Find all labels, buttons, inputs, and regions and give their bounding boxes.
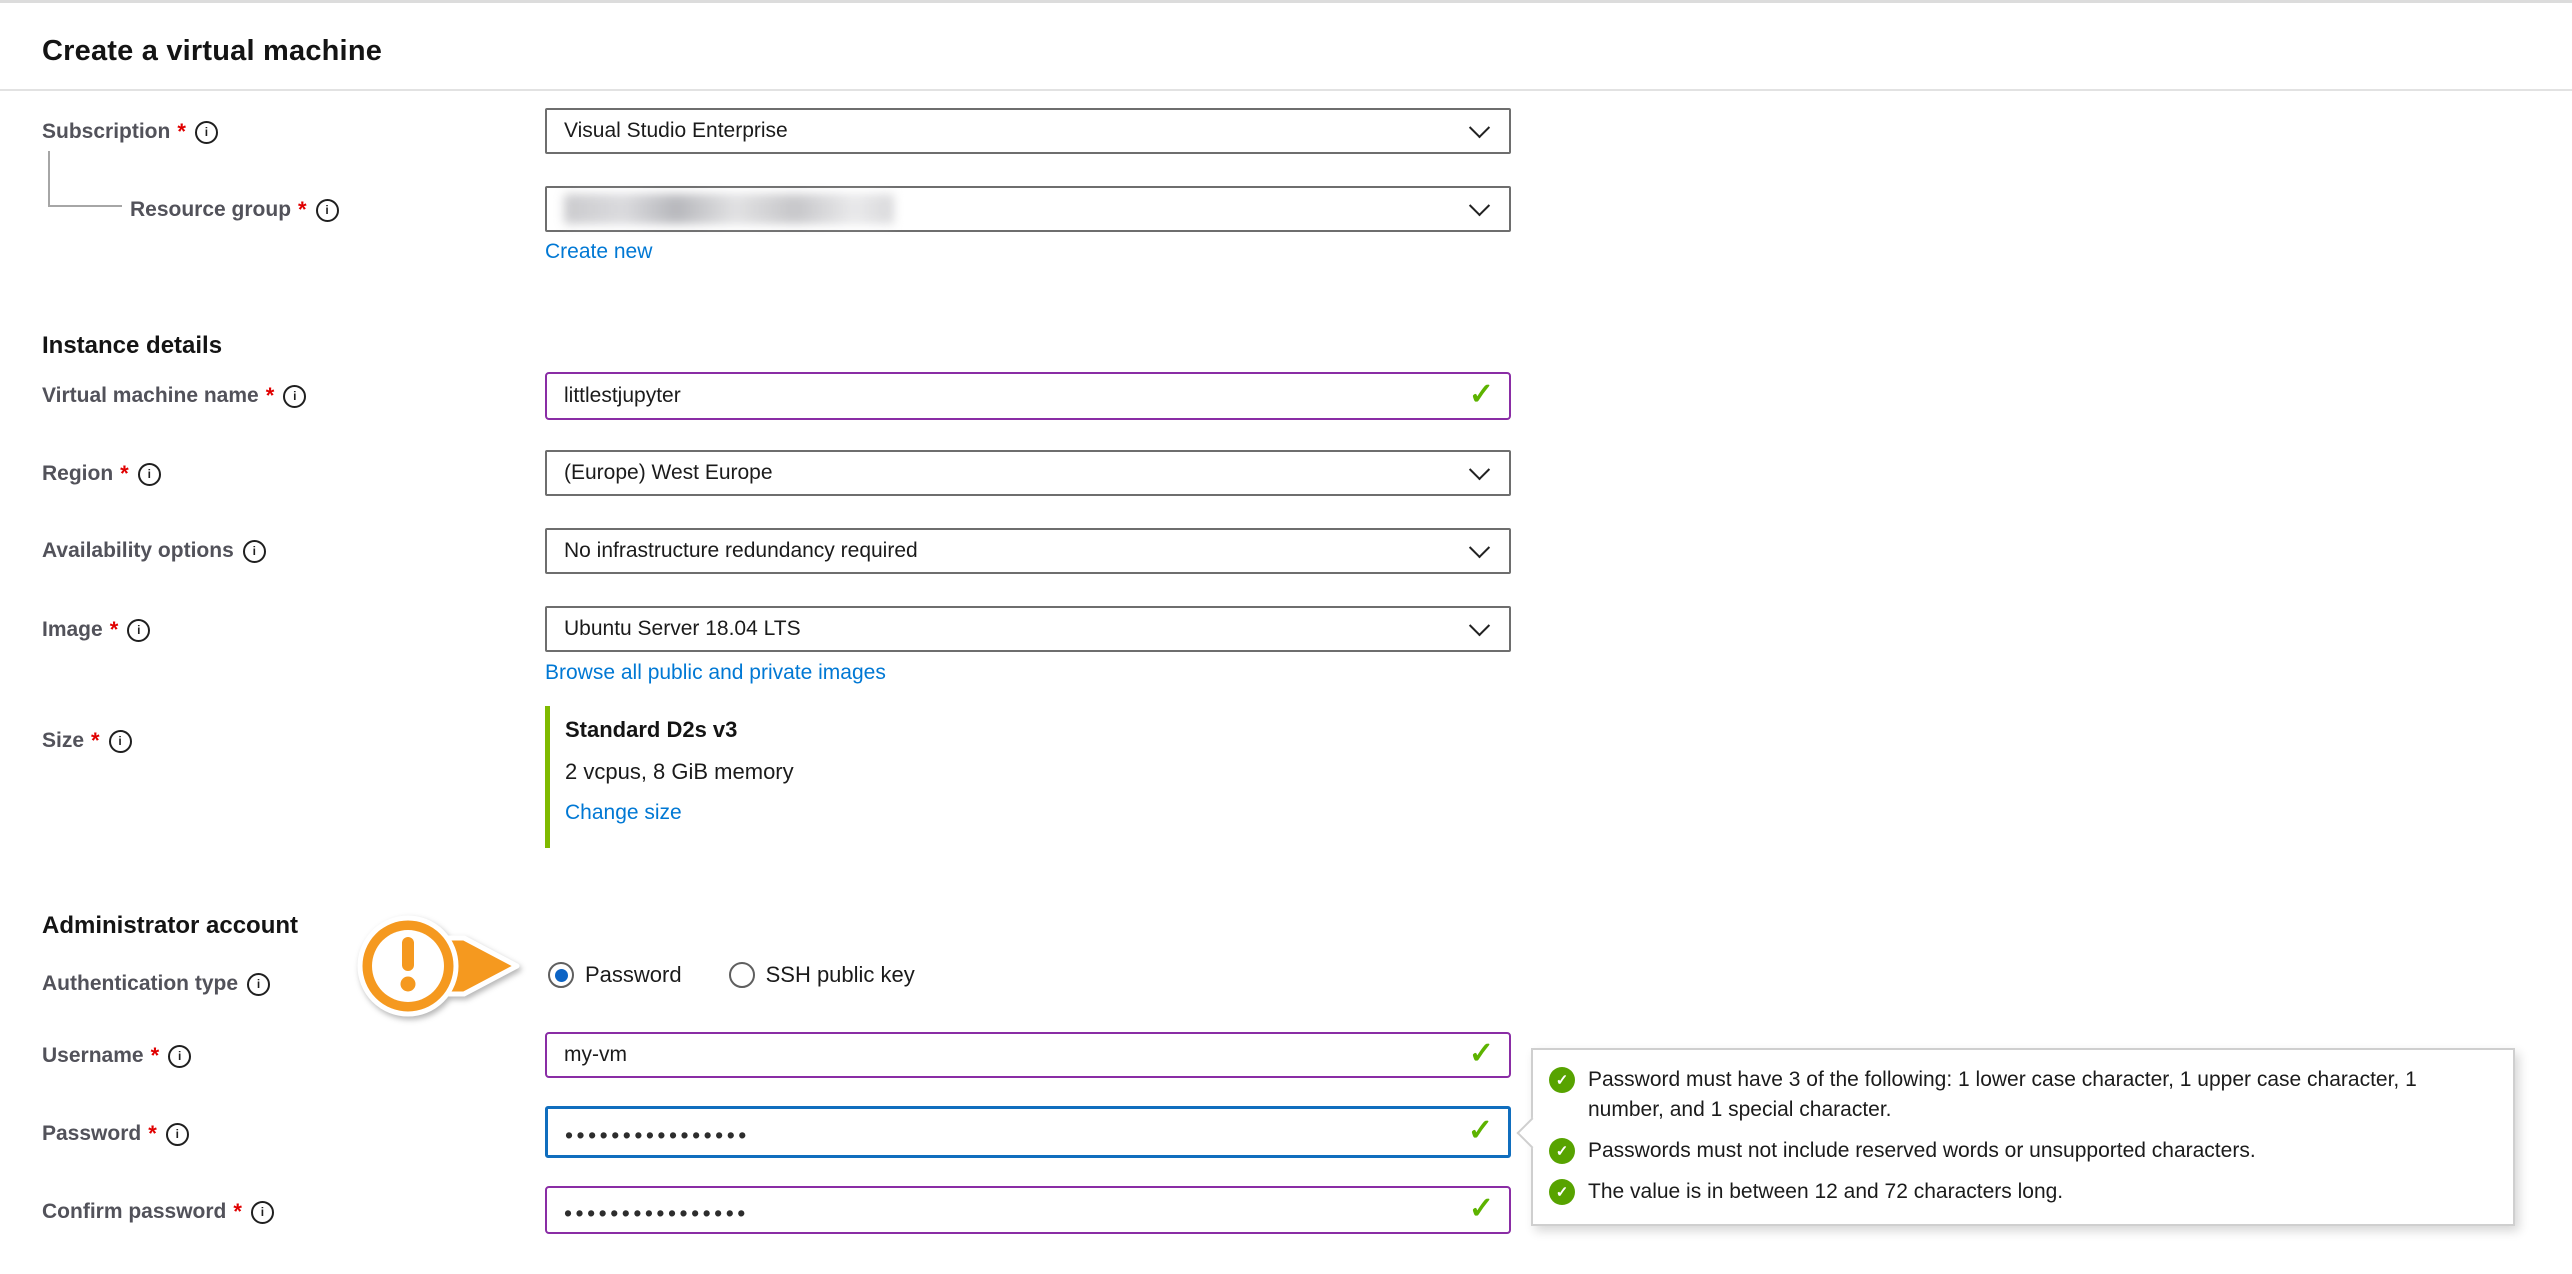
info-icon[interactable]: i xyxy=(166,1123,189,1146)
auth-type-label: Authentication type i xyxy=(42,972,270,996)
required-asterisk: * xyxy=(151,1043,160,1069)
create-vm-page: Create a virtual machine Subscription * … xyxy=(0,0,2572,1274)
valid-check-icon: ✓ xyxy=(1469,377,1494,412)
chevron-down-icon xyxy=(1469,537,1490,558)
radio-password-label[interactable]: Password xyxy=(585,962,682,988)
image-dropdown[interactable]: Ubuntu Server 18.04 LTS xyxy=(545,606,1511,652)
availability-label: Availability options i xyxy=(42,539,266,563)
info-icon[interactable]: i xyxy=(243,540,266,563)
info-icon[interactable]: i xyxy=(247,973,270,996)
check-circle-icon: ✓ xyxy=(1549,1179,1575,1205)
create-new-link[interactable]: Create new xyxy=(545,240,652,264)
password-requirements-tooltip: ✓ Password must have 3 of the following:… xyxy=(1531,1048,2515,1226)
resource-group-redacted-value xyxy=(564,194,894,224)
confirm-password-input[interactable]: •••••••••••••••• ✓ xyxy=(545,1186,1511,1234)
info-icon[interactable]: i xyxy=(138,463,161,486)
radio-ssh-public-key[interactable] xyxy=(729,962,755,988)
image-value: Ubuntu Server 18.04 LTS xyxy=(564,617,801,641)
tooltip-rule-text: Password must have 3 of the following: 1… xyxy=(1588,1065,2491,1125)
password-label: Password * i xyxy=(42,1121,189,1147)
tooltip-rule-item: ✓ Password must have 3 of the following:… xyxy=(1549,1065,2491,1125)
image-label: Image * i xyxy=(42,617,150,643)
size-name: Standard D2s v3 xyxy=(565,717,737,743)
availability-value: No infrastructure redundancy required xyxy=(564,539,918,563)
chevron-down-icon xyxy=(1469,459,1490,480)
tooltip-rule-text: The value is in between 12 and 72 charac… xyxy=(1588,1177,2063,1207)
header-divider xyxy=(0,89,2572,91)
check-circle-icon: ✓ xyxy=(1549,1138,1575,1164)
hierarchy-connector-horizontal xyxy=(48,205,122,207)
info-icon[interactable]: i xyxy=(127,619,150,642)
tooltip-rule-item: ✓ Passwords must not include reserved wo… xyxy=(1549,1136,2491,1166)
region-value: (Europe) West Europe xyxy=(564,461,773,485)
info-icon[interactable]: i xyxy=(251,1201,274,1224)
valid-check-icon: ✓ xyxy=(1469,1036,1494,1071)
region-dropdown[interactable]: (Europe) West Europe xyxy=(545,450,1511,496)
vm-name-input[interactable]: littlestjupyter ✓ xyxy=(545,372,1511,420)
vm-name-label: Virtual machine name * i xyxy=(42,383,306,409)
availability-dropdown[interactable]: No infrastructure redundancy required xyxy=(545,528,1511,574)
required-asterisk: * xyxy=(233,1199,242,1225)
top-border-line xyxy=(0,0,2572,3)
section-instance-details: Instance details xyxy=(42,332,222,360)
valid-check-icon: ✓ xyxy=(1468,1113,1493,1148)
info-icon[interactable]: i xyxy=(316,199,339,222)
password-masked-value: •••••••••••••••• xyxy=(565,1118,750,1147)
confirm-password-masked-value: •••••••••••••••• xyxy=(564,1196,749,1225)
chevron-down-icon xyxy=(1469,195,1490,216)
password-input[interactable]: •••••••••••••••• ✓ xyxy=(545,1106,1511,1158)
subscription-dropdown[interactable]: Visual Studio Enterprise xyxy=(545,108,1511,154)
tooltip-rule-item: ✓ The value is in between 12 and 72 char… xyxy=(1549,1177,2491,1207)
radio-selected-dot xyxy=(555,969,568,982)
username-label: Username * i xyxy=(42,1043,191,1069)
required-asterisk: * xyxy=(266,383,275,409)
auth-type-radio-group: Password SSH public key xyxy=(548,962,915,988)
check-circle-icon: ✓ xyxy=(1549,1067,1575,1093)
radio-ssh-public-key-label[interactable]: SSH public key xyxy=(766,962,915,988)
valid-check-icon: ✓ xyxy=(1469,1191,1494,1226)
browse-images-link[interactable]: Browse all public and private images xyxy=(545,661,886,685)
radio-password[interactable] xyxy=(548,962,574,988)
info-icon[interactable]: i xyxy=(168,1045,191,1068)
info-icon[interactable]: i xyxy=(109,730,132,753)
subscription-value: Visual Studio Enterprise xyxy=(564,119,788,143)
size-accent-bar xyxy=(545,706,550,848)
page-title: Create a virtual machine xyxy=(42,35,382,68)
confirm-password-label: Confirm password * i xyxy=(42,1199,274,1225)
username-value: my-vm xyxy=(564,1043,627,1067)
info-icon[interactable]: i xyxy=(195,121,218,144)
subscription-label: Subscription * i xyxy=(42,119,218,145)
warning-pointer-icon xyxy=(352,912,524,1024)
size-label: Size * i xyxy=(42,728,132,754)
required-asterisk: * xyxy=(110,617,119,643)
resource-group-dropdown[interactable] xyxy=(545,186,1511,232)
username-input[interactable]: my-vm ✓ xyxy=(545,1032,1511,1078)
tooltip-rule-text: Passwords must not include reserved word… xyxy=(1588,1136,2256,1166)
vm-name-value: littlestjupyter xyxy=(564,384,681,408)
required-asterisk: * xyxy=(148,1121,157,1147)
hierarchy-connector-vertical xyxy=(48,151,50,207)
required-asterisk: * xyxy=(177,119,186,145)
required-asterisk: * xyxy=(91,728,100,754)
info-icon[interactable]: i xyxy=(283,385,306,408)
tooltip-left-arrow xyxy=(1516,1117,1547,1148)
size-specs: 2 vcpus, 8 GiB memory xyxy=(565,759,794,785)
resource-group-label: Resource group * i xyxy=(130,197,339,223)
chevron-down-icon xyxy=(1469,117,1490,138)
region-label: Region * i xyxy=(42,461,161,487)
change-size-link[interactable]: Change size xyxy=(565,801,682,825)
chevron-down-icon xyxy=(1469,615,1490,636)
required-asterisk: * xyxy=(120,461,129,487)
section-administrator-account: Administrator account xyxy=(42,912,298,940)
required-asterisk: * xyxy=(298,197,307,223)
